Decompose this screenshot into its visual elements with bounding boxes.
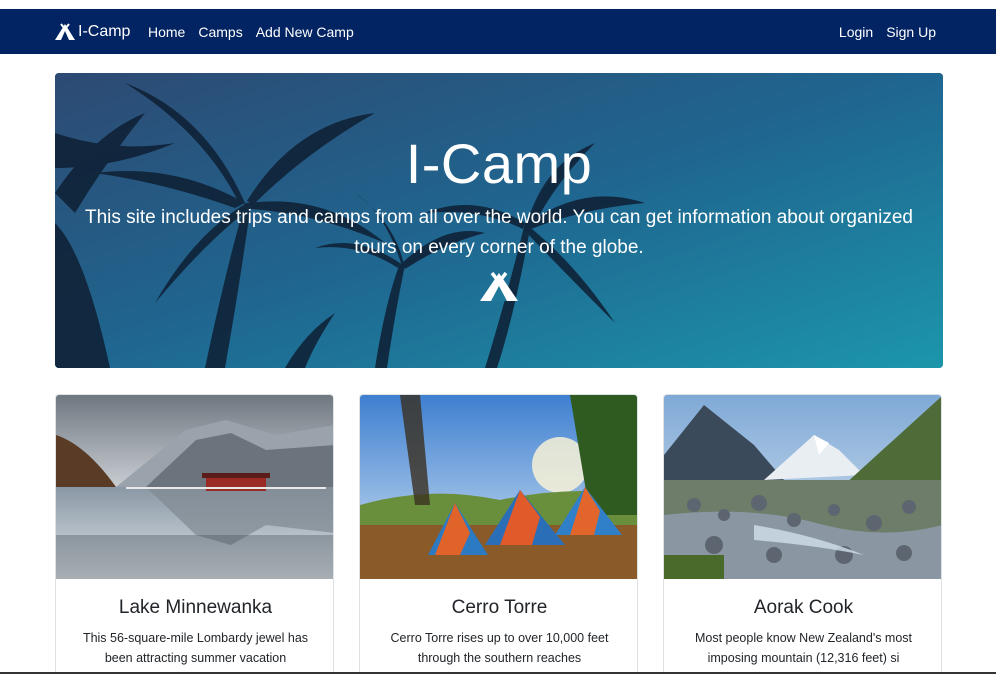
tent-icon <box>480 271 518 301</box>
card-text: This 56-square-mile Lombardy jewel has b… <box>82 631 309 665</box>
camp-card[interactable]: Aorak Cook Most people know New Zealand'… <box>663 394 942 674</box>
brand-link[interactable]: I-Camp <box>54 9 130 54</box>
nav-camps[interactable]: Camps <box>198 24 242 40</box>
card-title: Lake Minnewanka <box>118 597 273 618</box>
mountain-river-photo <box>664 395 941 579</box>
nav-add-new-camp[interactable]: Add New Camp <box>256 24 354 40</box>
tent-icon <box>55 22 75 40</box>
nav-links: Home Camps Add New Camp <box>148 9 354 54</box>
card-text: Most people know New Zealand's most impo… <box>694 631 913 665</box>
brand-label: I-Camp <box>78 22 131 40</box>
hero-banner: I-Camp This site includes trips and camp… <box>55 73 943 368</box>
navbar: I-Camp Home Camps Add New Camp Login Sig… <box>0 9 996 54</box>
card-text: Cerro Torre rises up to over 10,000 feet… <box>390 631 609 665</box>
tents-photo <box>360 395 637 579</box>
card-title: Aorak Cook <box>753 597 854 618</box>
hero-description: This site includes trips and camps from … <box>84 207 913 258</box>
card-title: Cerro Torre <box>451 597 548 618</box>
camp-card[interactable]: Cerro Torre Cerro Torre rises up to over… <box>359 394 638 674</box>
nav-login[interactable]: Login <box>839 24 873 40</box>
hero-title: I-Camp <box>405 132 593 195</box>
nav-auth: Login Sign Up <box>839 9 936 54</box>
top-strip <box>0 0 996 9</box>
nav-sign-up[interactable]: Sign Up <box>886 24 936 40</box>
lake-photo <box>56 395 333 579</box>
nav-home[interactable]: Home <box>148 24 185 40</box>
camp-card[interactable]: Lake Minnewanka This 56-square-mile Lomb… <box>55 394 334 674</box>
